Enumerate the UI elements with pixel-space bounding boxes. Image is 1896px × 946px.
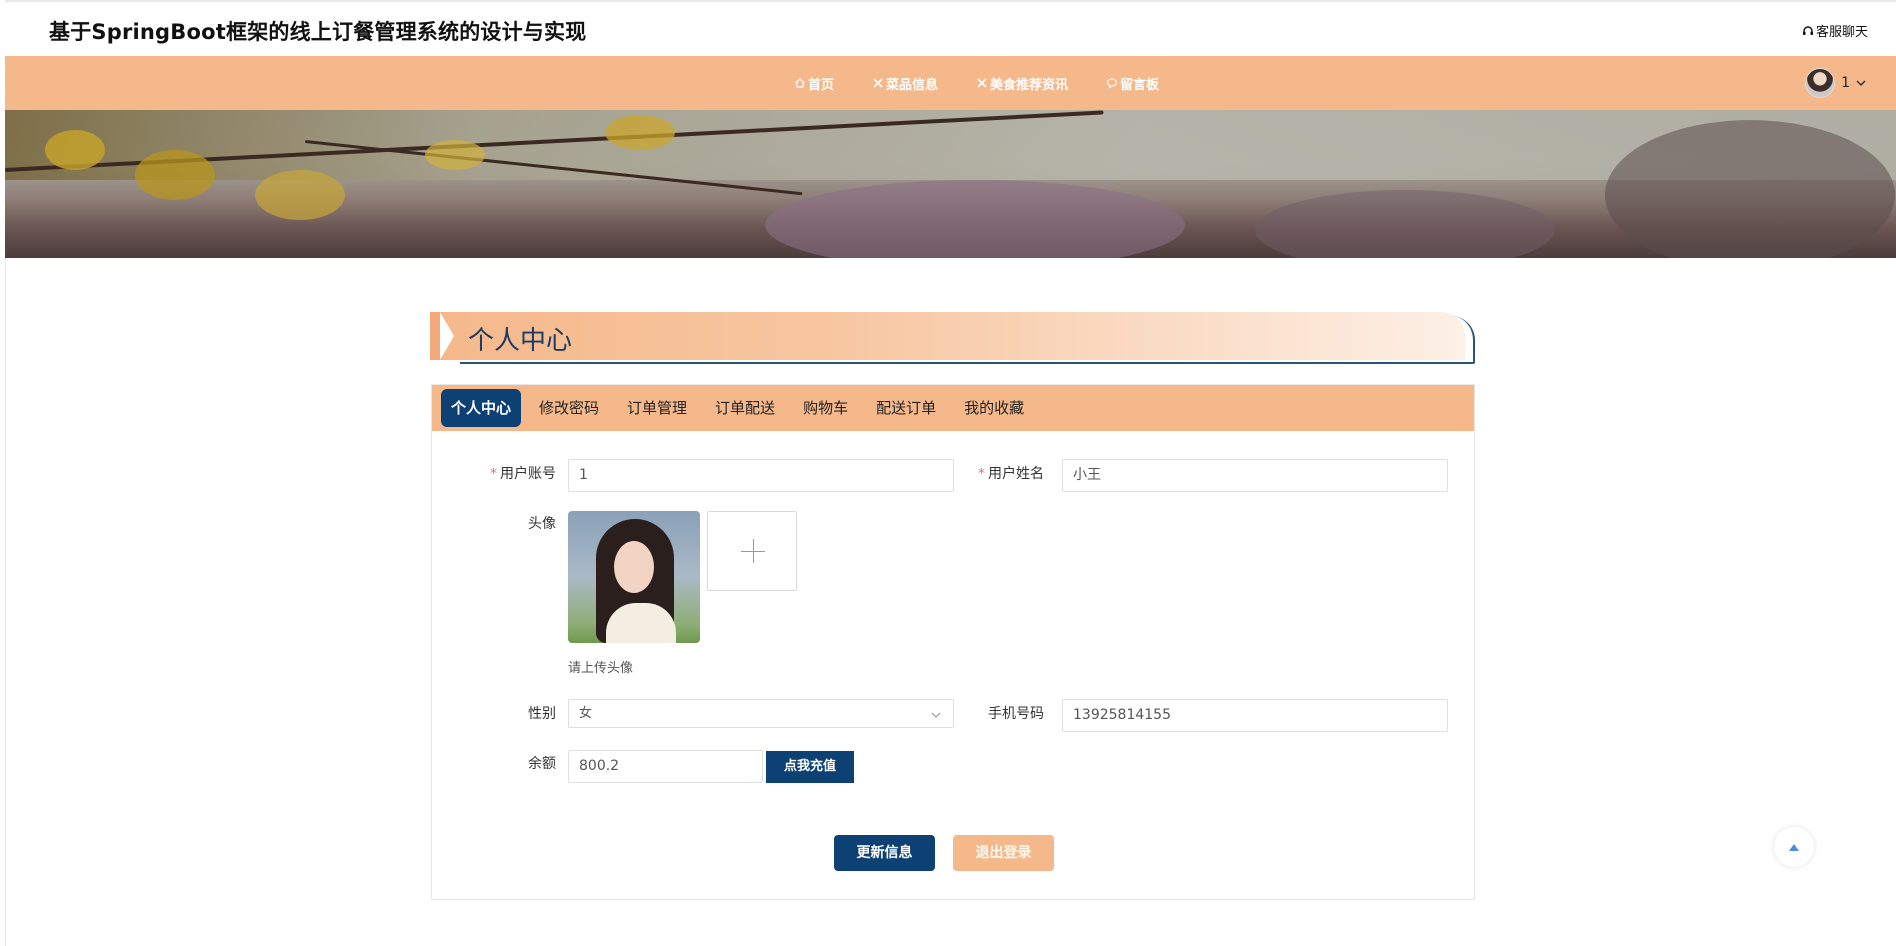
tab-delivery-orders[interactable]: 配送订单 (866, 389, 946, 427)
chevron-down-icon (1856, 80, 1866, 86)
back-to-top-button[interactable] (1774, 827, 1814, 867)
nav-item-label: 留言板 (1120, 77, 1160, 93)
nav-item-dishes[interactable]: 菜品信息 (853, 74, 957, 93)
nav-item-home[interactable]: 首页 (775, 74, 853, 93)
profile-tabs: 个人中心 修改密码 订单管理 订单配送 购物车 配送订单 我的收藏 (432, 385, 1474, 431)
tab-favorites[interactable]: 我的收藏 (954, 389, 1034, 427)
avatar-label: 头像 (528, 516, 556, 532)
nav-item-label: 首页 (808, 77, 835, 93)
avatar (1805, 68, 1836, 98)
tab-order-management[interactable]: 订单管理 (617, 389, 697, 427)
account-label: * 用户账号 (490, 466, 556, 482)
headset-icon (1802, 25, 1813, 35)
balance-label: 余额 (528, 756, 556, 772)
gender-select[interactable]: 女 (568, 699, 954, 728)
profile-panel: 个人中心 修改密码 订单管理 订单配送 购物车 配送订单 我的收藏 * 用户账号 … (431, 384, 1475, 900)
caret-up-icon (1789, 844, 1799, 851)
tab-order-delivery[interactable]: 订单配送 (705, 389, 785, 427)
main-nav: 首页 菜品信息 美食推荐资讯 留言板 1 (5, 56, 1896, 110)
nav-item-food-news[interactable]: 美食推荐资讯 (957, 74, 1087, 93)
avatar-preview[interactable] (568, 511, 700, 643)
tab-cart[interactable]: 购物车 (793, 389, 858, 427)
nav-item-label: 菜品信息 (886, 77, 939, 93)
user-name: 1 (1841, 75, 1850, 91)
name-label: * 用户姓名 (978, 466, 1044, 482)
account-field[interactable]: 1 (568, 459, 954, 492)
recharge-button[interactable]: 点我充值 (766, 751, 854, 783)
utensils-icon (977, 78, 987, 88)
logout-button[interactable]: 退出登录 (953, 835, 1054, 871)
avatar-upload-button[interactable] (707, 511, 797, 591)
gender-value: 女 (579, 706, 593, 721)
banner-image (5, 110, 1896, 258)
avatar-hint: 请上传头像 (568, 661, 634, 676)
section-header: 个人中心 (430, 312, 1475, 364)
user-menu[interactable]: 1 (1805, 68, 1866, 98)
chevron-down-icon (931, 712, 941, 718)
customer-chat-link[interactable]: 客服聊天 (1802, 21, 1868, 40)
gender-label: 性别 (528, 706, 556, 722)
update-info-button[interactable]: 更新信息 (834, 835, 935, 871)
phone-label: 手机号码 (988, 706, 1044, 722)
home-icon (795, 78, 805, 88)
section-title: 个人中心 (468, 326, 573, 356)
nav-item-label: 美食推荐资讯 (990, 77, 1069, 93)
message-icon (1106, 78, 1118, 89)
chat-label: 客服聊天 (1815, 25, 1868, 40)
balance-field[interactable]: 800.2 (568, 750, 763, 783)
top-bar: 基于SpringBoot框架的线上订餐管理系统的设计与实现 客服聊天 (5, 0, 1896, 56)
name-field[interactable]: 小王 (1062, 459, 1448, 492)
utensils-icon (873, 78, 883, 88)
site-title: 基于SpringBoot框架的线上订餐管理系统的设计与实现 (49, 20, 587, 44)
phone-field[interactable]: 13925814155 (1062, 699, 1448, 732)
nav-item-message-board[interactable]: 留言板 (1087, 74, 1178, 93)
tab-change-password[interactable]: 修改密码 (529, 389, 609, 427)
tab-personal-center[interactable]: 个人中心 (441, 389, 522, 427)
